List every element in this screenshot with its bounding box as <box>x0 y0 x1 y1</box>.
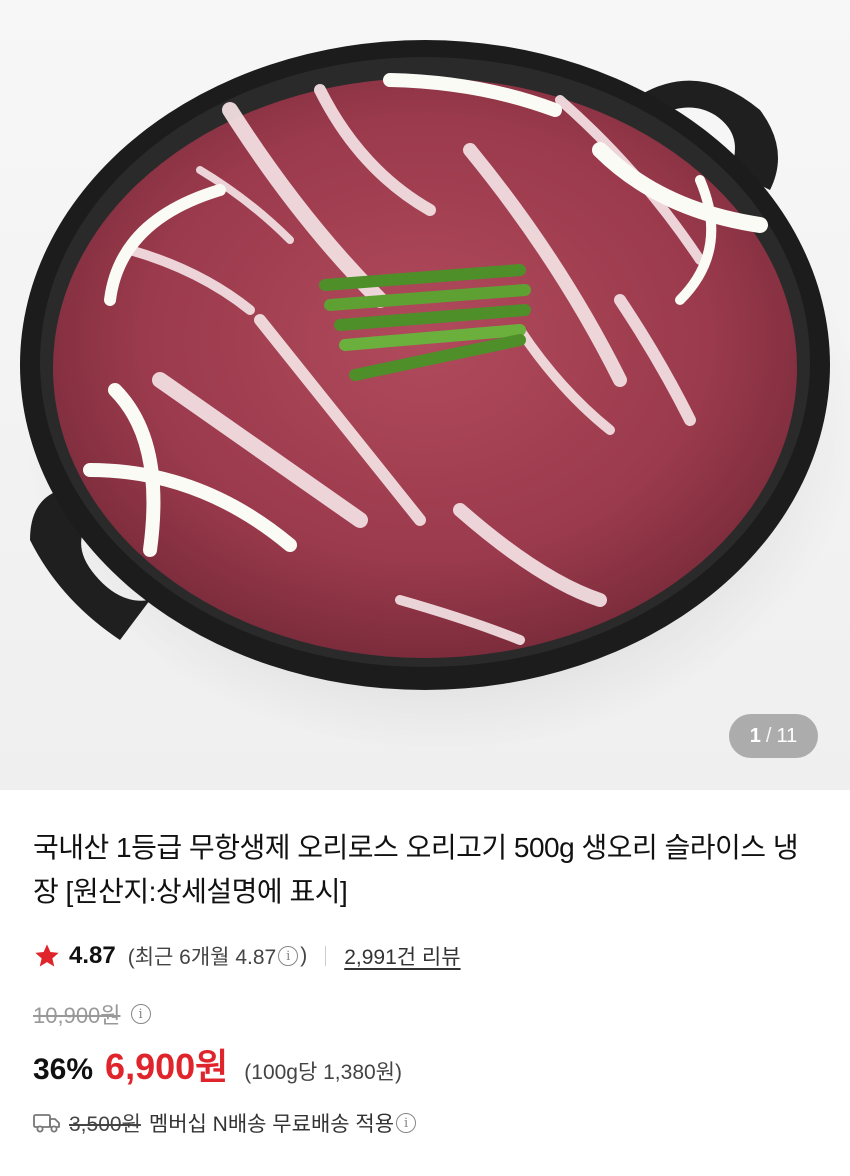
info-icon[interactable]: i <box>396 1113 417 1133</box>
truck-icon <box>33 1114 60 1133</box>
reviews-link[interactable]: 2,991건 리뷰 <box>344 941 460 971</box>
image-counter: 1 / 11 <box>729 714 818 758</box>
divider <box>325 946 327 966</box>
unit-price: (100g당 1,380원) <box>244 1061 402 1084</box>
discount-rate: 36% <box>33 1053 94 1086</box>
original-price-row: 10,900원 i <box>33 998 153 1030</box>
shipping-info: 멤버십 N배송 무료배송 적용 <box>148 1113 395 1136</box>
product-title: 국내산 1등급 무항생제 오리로스 오리고기 500g 생오리 슬라이스 냉장 … <box>33 832 799 907</box>
image-counter-total: 11 <box>776 724 798 747</box>
info-icon[interactable]: i <box>278 946 299 966</box>
sale-price: 6,900원 <box>105 1046 229 1087</box>
product-image-gallery[interactable]: 1 / 11 <box>0 0 850 790</box>
star-icon <box>35 944 59 967</box>
image-counter-separator: / <box>765 724 772 747</box>
rating-row: 4.87 (최근 6개월 4.87 i ) 2,991건 리뷰 <box>33 938 461 974</box>
rating-score: 4.87 <box>69 942 116 969</box>
original-shipping-fee: 3,500원 <box>69 1113 141 1136</box>
product-image <box>20 40 850 750</box>
image-counter-current: 1 <box>749 724 761 747</box>
shipping-row: 3,500원 멤버십 N배송 무료배송 적용 i <box>33 1108 418 1138</box>
original-price: 10,900원 <box>33 1003 121 1028</box>
recent-rating: (최근 6개월 4.87 i ) <box>128 941 308 971</box>
info-icon[interactable]: i <box>130 1004 151 1024</box>
recent-rating-close: ) <box>300 944 308 967</box>
price-row: 36% 6,900원 (100g당 1,380원) <box>33 1038 402 1090</box>
recent-rating-label: (최근 6개월 4.87 <box>127 946 277 969</box>
